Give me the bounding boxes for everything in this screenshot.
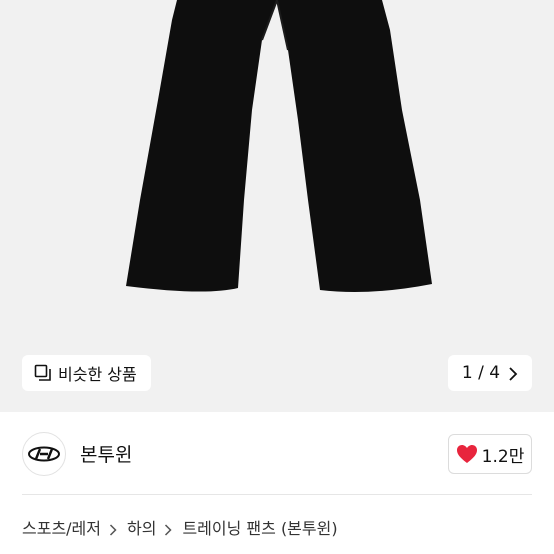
breadcrumb: 스포츠/레저 하의 트레이닝 팬츠 (본투윈) [22,515,338,539]
product-image [126,0,432,292]
divider [22,494,532,495]
chevron-right-icon [164,521,173,536]
breadcrumb-item-category[interactable]: 스포츠/레저 [22,515,101,539]
seller-avatar[interactable] [22,432,66,476]
similar-items-button[interactable]: 비슷한 상품 [22,355,151,391]
like-button[interactable]: 1.2만 [448,434,532,474]
similar-items-icon [34,364,52,382]
chevron-right-icon [109,521,117,536]
heart-icon [456,444,478,464]
seller-row[interactable]: 본투윈 1.2만 [0,412,554,494]
chevron-right-icon [508,366,518,381]
breadcrumb-item-product-type[interactable]: 트레이닝 팬츠 (본투윈) [182,515,337,539]
breadcrumb-item-subcategory[interactable]: 하의 [127,515,156,539]
like-count: 1.2만 [481,446,525,467]
brand-logo [28,446,60,462]
pager-text: 1 / 4 [461,363,501,383]
product-image-gallery[interactable]: 비슷한 상품 1 / 4 [0,0,554,412]
seller-name[interactable]: 본투윈 [80,440,132,467]
similar-items-label: 비슷한 상품 [58,365,137,384]
image-pager[interactable]: 1 / 4 [448,355,532,391]
